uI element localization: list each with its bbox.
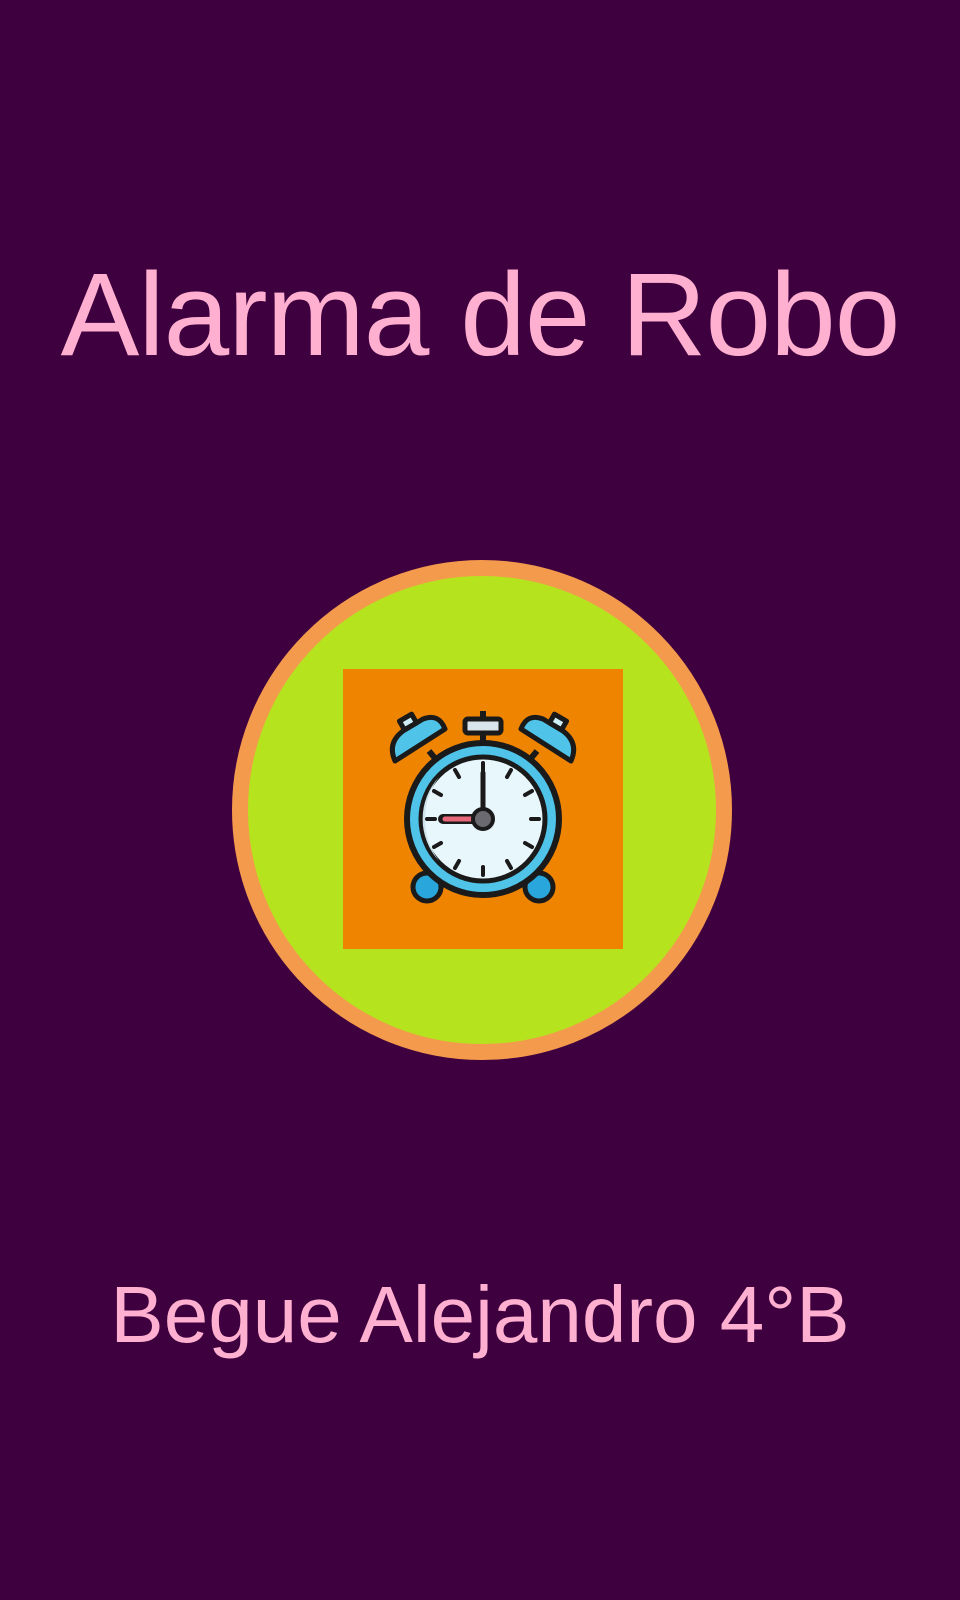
alarm-icon-tile[interactable]: [343, 669, 623, 949]
app-title: Alarma de Robo: [60, 249, 901, 381]
alarm-clock-icon: [389, 711, 577, 904]
author-label: Begue Alejandro 4°B: [110, 1270, 850, 1359]
